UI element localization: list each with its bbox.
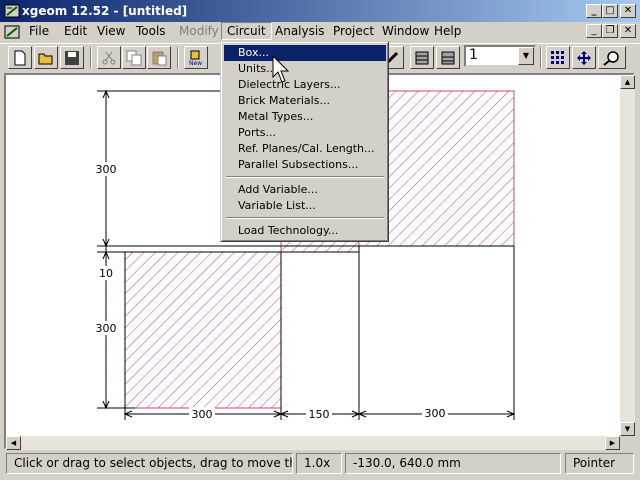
open-button[interactable] [34, 46, 58, 69]
copy-icon [126, 50, 142, 66]
menu-bar: File Edit View Tools Modify Circuit Anal… [0, 22, 640, 42]
title-bar: xgeom 12.52 - [untitled] _ □ ✕ [0, 0, 640, 22]
copy-button[interactable] [122, 46, 146, 69]
grid-snap-button[interactable] [546, 46, 570, 69]
pointer-cursor-icon [272, 55, 290, 83]
menu-item-metal-types[interactable]: Metal Types... [224, 109, 386, 125]
pan-button[interactable] [572, 46, 596, 69]
dimension-label: 300 [425, 407, 446, 420]
scroll-corner [620, 436, 635, 450]
grid-snap-icon [551, 51, 564, 64]
menu-item-add-variable[interactable]: Add Variable... [224, 182, 386, 198]
status-mode: Pointer [565, 453, 634, 474]
open-folder-icon [38, 53, 53, 65]
app-icon [4, 4, 20, 18]
menu-file[interactable]: File [24, 23, 54, 39]
document-icon[interactable] [4, 24, 20, 40]
menu-circuit[interactable]: Circuit [221, 22, 272, 40]
menu-separator [226, 217, 384, 219]
level-select[interactable]: 1 ▼ [464, 45, 536, 67]
menu-item-ref-planes[interactable]: Ref. Planes/Cal. Length... [224, 141, 386, 157]
status-bar: Click or drag to select objects, drag to… [0, 452, 640, 476]
minimize-button[interactable]: _ [586, 4, 602, 18]
child-close-button[interactable]: ✕ [620, 24, 636, 38]
scroll-down-icon[interactable]: ▼ [620, 422, 635, 436]
menu-project[interactable]: Project [328, 23, 379, 39]
save-button[interactable] [60, 46, 84, 69]
new-object-button[interactable]: New [184, 46, 208, 69]
window-title: xgeom 12.52 - [untitled] [22, 4, 188, 18]
menu-edit[interactable]: Edit [59, 23, 92, 39]
child-restore-button[interactable]: ❐ [602, 24, 618, 38]
pan-icon [577, 51, 591, 65]
status-zoom: 1.0x [296, 453, 342, 474]
toolbar-separator [540, 47, 542, 68]
menu-analysis[interactable]: Analysis [270, 23, 329, 39]
menu-item-load-technology[interactable]: Load Technology... [224, 223, 386, 239]
status-coordinates: -130.0, 640.0 mm [345, 453, 561, 474]
new-file-button[interactable] [8, 46, 32, 69]
chevron-down-icon[interactable]: ▼ [518, 47, 534, 65]
dimension-label: 300 [96, 322, 117, 335]
level-up-button[interactable] [410, 46, 434, 69]
dimension-label: 300 [192, 408, 213, 421]
toolbar-separator [90, 47, 92, 68]
menu-view[interactable]: View [92, 23, 130, 39]
save-icon [65, 51, 79, 65]
toolbar-separator [177, 47, 179, 68]
circuit-menu: Box... Units... Dielectric Layers... Bri… [220, 41, 389, 242]
svg-text:New: New [189, 60, 202, 66]
metal-polygon[interactable] [124, 251, 282, 409]
new-file-icon [14, 50, 26, 66]
paste-button[interactable] [147, 46, 171, 69]
horizontal-scrollbar[interactable]: ◀ ▶ [6, 436, 620, 450]
dimension-label: 300 [96, 163, 117, 176]
zoom-button[interactable] [598, 46, 626, 69]
level-down-button[interactable] [436, 46, 460, 69]
cut-button[interactable] [97, 46, 121, 69]
menu-item-brick-materials[interactable]: Brick Materials... [224, 93, 386, 109]
scroll-left-icon[interactable]: ◀ [6, 436, 21, 450]
menu-item-variable-list[interactable]: Variable List... [224, 198, 386, 214]
menu-item-units[interactable]: Units... [224, 61, 386, 77]
paste-icon [152, 51, 167, 66]
level-up-icon [415, 51, 429, 65]
menu-tools[interactable]: Tools [131, 23, 171, 39]
dimension-label: 10 [99, 267, 113, 280]
maximize-button[interactable]: □ [602, 4, 618, 18]
menu-item-parallel-subsections[interactable]: Parallel Subsections... [224, 157, 386, 173]
close-button[interactable]: ✕ [620, 4, 636, 18]
level-down-icon [441, 51, 455, 65]
menu-item-box[interactable]: Box... [224, 45, 386, 61]
menu-item-ports[interactable]: Ports... [224, 125, 386, 141]
scroll-up-icon[interactable]: ▲ [620, 75, 635, 89]
cut-icon [102, 51, 116, 65]
menu-modify[interactable]: Modify [174, 23, 224, 39]
level-value: 1 [469, 47, 478, 63]
menu-separator [226, 176, 384, 178]
vertical-scrollbar[interactable]: ▲ ▼ [620, 75, 635, 436]
child-minimize-button[interactable]: _ [586, 24, 602, 38]
zoom-icon [603, 51, 619, 66]
menu-item-dielectric-layers[interactable]: Dielectric Layers... [224, 77, 386, 93]
status-message: Click or drag to select objects, drag to… [6, 453, 293, 474]
new-object-icon: New [189, 50, 202, 66]
scroll-right-icon[interactable]: ▶ [605, 436, 620, 450]
menu-help[interactable]: Help [429, 23, 466, 39]
menu-window[interactable]: Window [377, 23, 434, 39]
dimension-label: 150 [309, 408, 330, 421]
